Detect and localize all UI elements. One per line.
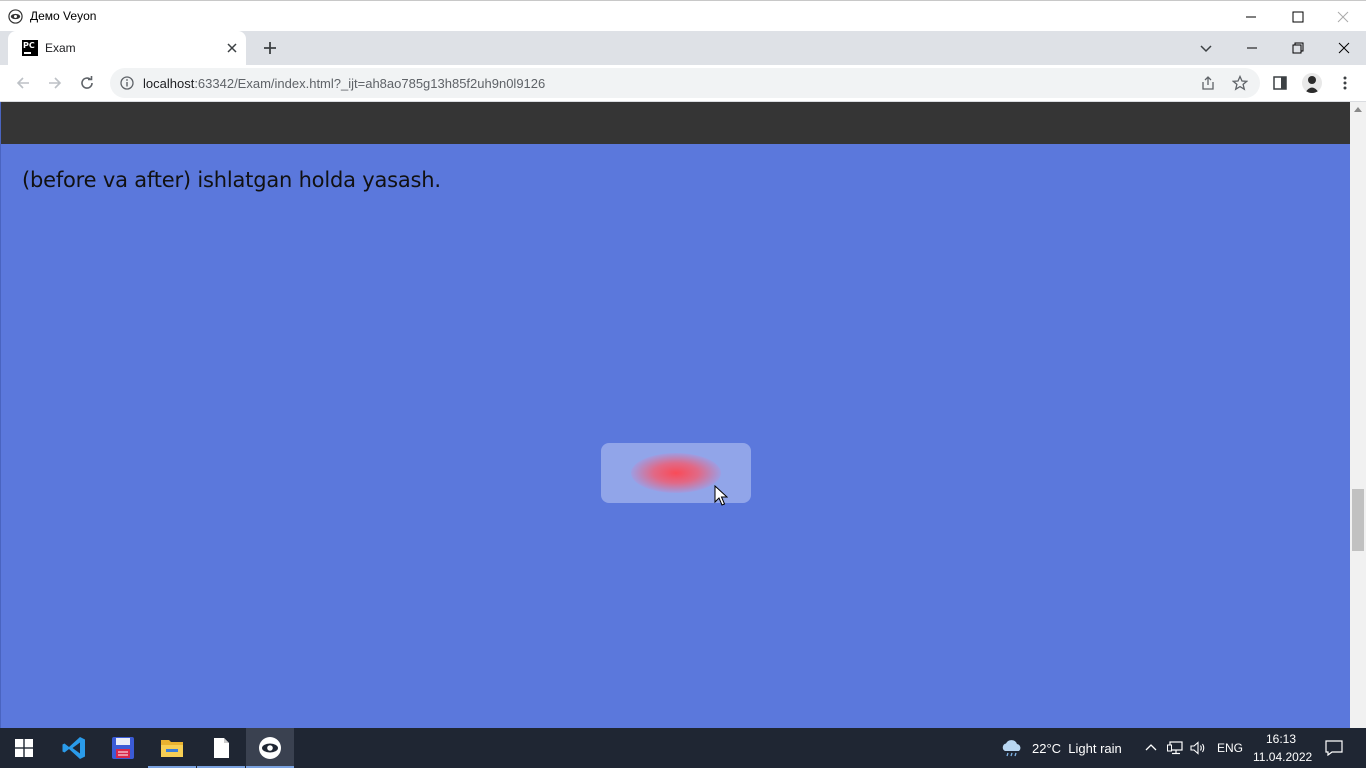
folder-icon xyxy=(161,740,183,757)
tray-overflow-button[interactable] xyxy=(1143,740,1159,756)
mouse-cursor-icon xyxy=(714,485,728,506)
clock-time[interactable]: 16:13 xyxy=(1266,732,1296,746)
share-button[interactable] xyxy=(1199,74,1217,92)
document-icon xyxy=(214,738,229,758)
tab-exam[interactable]: PC Exam xyxy=(8,31,246,65)
chevron-up-icon xyxy=(1145,744,1157,751)
cloud-rain-icon[interactable] xyxy=(1000,739,1024,757)
clock-date[interactable]: 11.04.2022 xyxy=(1253,750,1312,764)
taskbar-veyon[interactable] xyxy=(246,728,294,768)
forward-button[interactable] xyxy=(44,72,66,94)
page-scrollbar[interactable] xyxy=(1350,102,1366,728)
start-button[interactable] xyxy=(0,728,48,768)
taskbar-vscode[interactable] xyxy=(50,728,98,768)
minimize-icon xyxy=(1246,16,1256,17)
veyon-eye-icon xyxy=(259,737,281,759)
taskbar-notepad[interactable] xyxy=(197,728,245,768)
browser-minimize-button[interactable] xyxy=(1241,37,1263,59)
side-panel-button[interactable] xyxy=(1270,73,1290,93)
veyon-close-button[interactable] xyxy=(1320,1,1366,32)
notification-icon xyxy=(1325,740,1343,756)
veyon-eye-icon xyxy=(8,9,23,24)
tab-search-button[interactable] xyxy=(1195,37,1217,59)
star-icon xyxy=(1232,75,1248,91)
browser-tab-strip: PC Exam xyxy=(0,31,1366,65)
reload-icon xyxy=(81,76,93,89)
close-icon xyxy=(1338,42,1350,54)
veyon-window-title: Демо Veyon xyxy=(30,9,97,23)
person-icon xyxy=(1305,76,1319,93)
tray-network[interactable] xyxy=(1167,740,1183,756)
browser-menu-button[interactable] xyxy=(1335,73,1355,93)
url-text[interactable]: localhost:63342/Exam/index.html?_ijt=ah8… xyxy=(143,76,545,91)
tab-close-icon[interactable] xyxy=(225,41,239,55)
back-button[interactable] xyxy=(12,72,34,94)
input-language-indicator[interactable]: ENG xyxy=(1217,741,1243,755)
address-bar[interactable]: localhost:63342/Exam/index.html?_ijt=ah8… xyxy=(110,68,1260,98)
reload-button[interactable] xyxy=(76,72,98,94)
windows-taskbar: 22°C Light rain ENG 16:13 11.04.2022 xyxy=(0,728,1366,768)
tray-volume[interactable] xyxy=(1190,740,1206,756)
scrollbar-thumb[interactable] xyxy=(1352,489,1364,551)
arrow-right-icon xyxy=(49,77,62,89)
speaker-icon xyxy=(1190,741,1205,755)
weather-condition: Light rain xyxy=(1068,741,1122,756)
maximize-icon xyxy=(1292,11,1304,22)
close-icon xyxy=(1337,11,1349,22)
weather-temperature: 22°C xyxy=(1032,741,1062,756)
vscode-icon xyxy=(62,737,85,759)
scroll-up-arrow-icon[interactable] xyxy=(1354,106,1362,112)
profile-avatar[interactable] xyxy=(1302,73,1322,93)
new-tab-icon[interactable] xyxy=(261,39,279,57)
restore-icon xyxy=(1292,42,1304,54)
url-path: :63342/Exam/index.html?_ijt=ah8ao785g13h… xyxy=(194,76,546,91)
page-instruction-text: (before va after) ishlatgan holda yasash… xyxy=(22,168,441,192)
weather-widget[interactable]: 22°C Light rain xyxy=(1032,741,1122,756)
arrow-left-icon xyxy=(16,77,29,89)
pycharm-icon: PC xyxy=(22,40,38,56)
veyon-window-titlebar: Демо Veyon xyxy=(0,0,1366,31)
taskbar-file-explorer[interactable] xyxy=(148,728,196,768)
minimize-icon xyxy=(1247,47,1257,49)
browser-toolbar: localhost:63342/Exam/index.html?_ijt=ah8… xyxy=(0,65,1366,102)
bookmark-button[interactable] xyxy=(1231,74,1249,92)
tab-title: Exam xyxy=(45,41,76,55)
demo-blur-box[interactable] xyxy=(601,443,751,503)
veyon-minimize-button[interactable] xyxy=(1228,1,1274,32)
page-viewport: (before va after) ishlatgan holda yasash… xyxy=(0,102,1350,728)
side-panel-icon xyxy=(1273,76,1287,90)
kebab-menu-icon xyxy=(1343,76,1347,90)
network-icon xyxy=(1167,741,1183,755)
url-host: localhost xyxy=(143,76,195,91)
page-header-band xyxy=(1,102,1350,144)
taskbar-save-app[interactable] xyxy=(99,728,147,768)
browser-restore-button[interactable] xyxy=(1287,37,1309,59)
chevron-down-icon xyxy=(1200,45,1212,53)
share-icon xyxy=(1202,76,1214,90)
veyon-maximize-button[interactable] xyxy=(1275,1,1321,32)
info-icon[interactable] xyxy=(120,76,134,90)
floppy-disk-icon xyxy=(112,737,134,759)
windows-icon xyxy=(15,739,33,757)
browser-close-button[interactable] xyxy=(1333,37,1355,59)
action-center-button[interactable] xyxy=(1325,739,1343,757)
red-blur-blob xyxy=(631,453,721,493)
